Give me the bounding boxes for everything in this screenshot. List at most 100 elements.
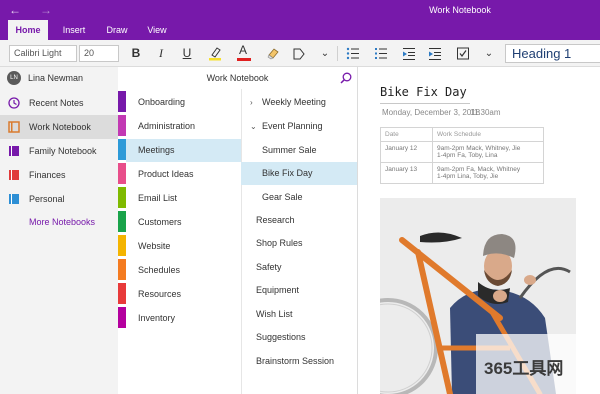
- section-color-tab[interactable]: [118, 91, 126, 112]
- notebook-item-personal[interactable]: Personal: [0, 187, 118, 211]
- font-name-input[interactable]: Calibri Light: [9, 45, 77, 62]
- table-cell-line: 9am-2pm Mack, Whitney, Jie: [437, 145, 521, 152]
- page-item-summer-sale[interactable]: Summer Sale: [241, 139, 357, 162]
- page-item-shop-rules[interactable]: Shop Rules: [241, 232, 357, 255]
- checkbox-icon: [457, 47, 469, 60]
- more-notebooks-link[interactable]: More Notebooks: [29, 217, 95, 227]
- page-item-event-planning[interactable]: ⌄ Event Planning: [241, 115, 357, 138]
- bold-button[interactable]: B: [127, 44, 145, 63]
- notebook-icon: [9, 146, 19, 156]
- notebook-label: Recent Notes: [29, 98, 84, 108]
- italic-button[interactable]: I: [152, 44, 170, 63]
- tab-view[interactable]: View: [140, 20, 174, 40]
- indent-icon: [429, 48, 441, 60]
- font-color-button[interactable]: A: [235, 43, 253, 63]
- section-color-tab[interactable]: [118, 283, 126, 304]
- table-cell-line: 9am-2pm Fa, Mack, Whitney: [437, 166, 521, 173]
- page-item-safety[interactable]: Safety: [241, 256, 357, 279]
- user-account[interactable]: LN Lina Newman: [0, 67, 118, 89]
- schedule-table[interactable]: Date Work Schedule January 12 9am-2pm Ma…: [380, 127, 544, 184]
- section-item-onboarding[interactable]: Onboarding: [126, 91, 241, 114]
- numbered-list-button[interactable]: [372, 44, 390, 63]
- section-item-resources[interactable]: Resources: [126, 283, 241, 306]
- page-item-gear-sale[interactable]: Gear Sale: [241, 186, 357, 209]
- notebook-title: Work Notebook: [118, 67, 357, 89]
- style-selector[interactable]: Heading 1: [505, 44, 600, 63]
- numbered-list-icon: [375, 48, 387, 59]
- indent-button[interactable]: [426, 44, 444, 63]
- clock-icon: [8, 97, 20, 109]
- title-bar: ← → Work Notebook: [0, 0, 600, 20]
- page-label: Summer Sale: [262, 145, 317, 155]
- chevron-right-icon[interactable]: ›: [250, 91, 253, 114]
- notebook-label: Family Notebook: [29, 146, 97, 156]
- underline-button[interactable]: U: [178, 44, 196, 63]
- section-item-meetings[interactable]: Meetings: [126, 139, 241, 162]
- page-label: Bike Fix Day: [262, 168, 313, 178]
- section-item-inventory[interactable]: Inventory: [126, 307, 241, 330]
- page-time: 11:30am: [470, 108, 501, 117]
- window-title: Work Notebook: [429, 5, 491, 15]
- page-item-bike-fix-day[interactable]: Bike Fix Day: [241, 162, 357, 185]
- tab-draw[interactable]: Draw: [100, 20, 134, 40]
- title-underline: [380, 103, 470, 104]
- todo-checkbox-button[interactable]: [454, 44, 472, 63]
- font-size-input[interactable]: 20: [79, 45, 119, 62]
- bullet-list-button[interactable]: [344, 44, 362, 63]
- page-item-weekly-meeting[interactable]: › Weekly Meeting: [241, 91, 357, 114]
- page-item-suggestions[interactable]: Suggestions: [241, 326, 357, 349]
- chevron-down-icon[interactable]: ⌄: [250, 115, 257, 138]
- section-color-tab[interactable]: [118, 235, 126, 256]
- table-cell[interactable]: 9am-2pm Mack, Whitney, Jie 1-4pm Fa, Tob…: [432, 141, 544, 163]
- notebook-item-finances[interactable]: Finances: [0, 163, 118, 187]
- table-cell[interactable]: January 12: [380, 141, 433, 163]
- section-color-tab[interactable]: [118, 115, 126, 136]
- page-label: Wish List: [256, 309, 293, 319]
- section-color-tab[interactable]: [118, 307, 126, 328]
- highlighter-button[interactable]: [206, 44, 224, 63]
- outdent-button[interactable]: [400, 44, 418, 63]
- notebook-icon: [9, 194, 19, 204]
- tag-button[interactable]: [290, 44, 308, 63]
- section-color-tab[interactable]: [118, 163, 126, 184]
- notebook-label: Work Notebook: [29, 122, 91, 132]
- notebook-item-work-notebook[interactable]: Work Notebook: [0, 115, 118, 139]
- section-item-website[interactable]: Website: [126, 235, 241, 258]
- section-item-administration[interactable]: Administration: [126, 115, 241, 138]
- tab-insert[interactable]: Insert: [55, 20, 93, 40]
- section-item-schedules[interactable]: Schedules: [126, 259, 241, 282]
- section-color-tab[interactable]: [118, 139, 126, 160]
- page-label: Safety: [256, 262, 282, 272]
- page-item-wish-list[interactable]: Wish List: [241, 303, 357, 326]
- page-item-equipment[interactable]: Equipment: [241, 279, 357, 302]
- section-item-customers[interactable]: Customers: [126, 211, 241, 234]
- watermark-text: 365工具网: [484, 359, 564, 378]
- notebook-item-family-notebook[interactable]: Family Notebook: [0, 139, 118, 163]
- ribbon-tabs: Home Insert Draw View: [0, 20, 600, 40]
- notebook-icon: [9, 170, 19, 180]
- highlighter-icon: [209, 47, 221, 61]
- page-label: Event Planning: [262, 121, 323, 131]
- table-header-work-schedule: Work Schedule: [432, 127, 544, 142]
- section-color-tab[interactable]: [118, 259, 126, 280]
- notebook-icon: [8, 121, 20, 133]
- search-icon[interactable]: [340, 72, 352, 84]
- page-item-brainstorm-session[interactable]: Brainstorm Session: [241, 350, 357, 373]
- clear-formatting-button[interactable]: [264, 44, 282, 63]
- notebook-item-recent-notes[interactable]: Recent Notes: [0, 91, 118, 115]
- table-cell[interactable]: 9am-2pm Fa, Mack, Whitney 1-4pm Lina, To…: [432, 162, 544, 184]
- table-header-row: Date Work Schedule: [380, 127, 544, 142]
- more-paragraph-button[interactable]: ⌄: [480, 44, 498, 63]
- ribbon-divider: [337, 46, 338, 61]
- tab-home[interactable]: Home: [8, 20, 48, 40]
- page-title[interactable]: Bike Fix Day: [380, 85, 467, 99]
- section-item-email-list[interactable]: Email List: [126, 187, 241, 210]
- more-formatting-button[interactable]: ⌄: [316, 44, 334, 63]
- table-row: January 13 9am-2pm Fa, Mack, Whitney 1-4…: [380, 162, 544, 184]
- table-cell[interactable]: January 13: [380, 162, 433, 184]
- page-item-research[interactable]: Research: [241, 209, 357, 232]
- section-color-tab[interactable]: [118, 211, 126, 232]
- user-name: Lina Newman: [28, 73, 84, 83]
- section-item-product-ideas[interactable]: Product Ideas: [126, 163, 241, 186]
- section-color-tab[interactable]: [118, 187, 126, 208]
